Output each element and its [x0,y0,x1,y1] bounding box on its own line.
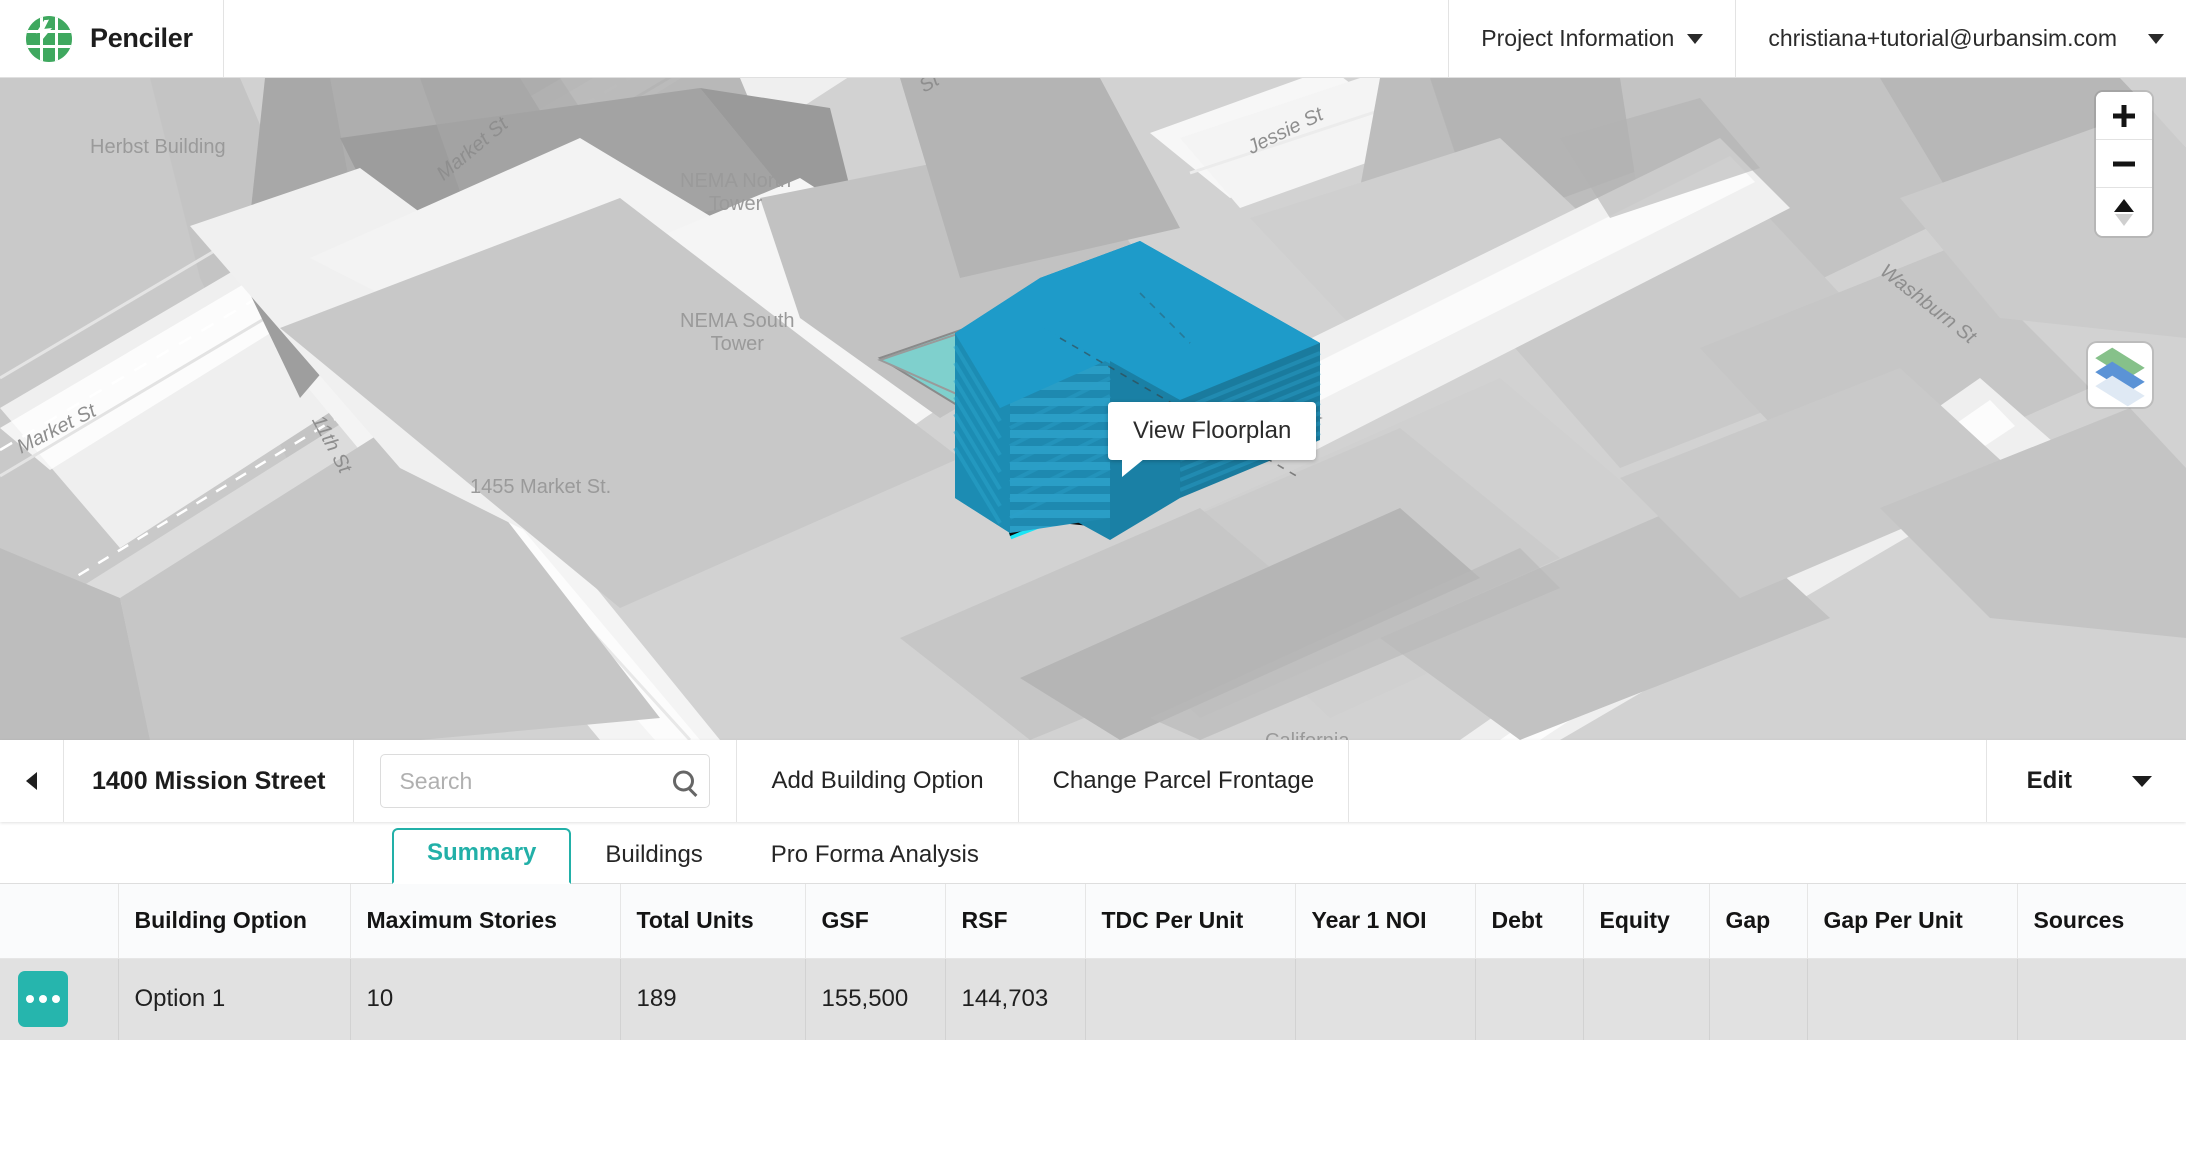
back-button[interactable] [0,740,64,822]
chevron-down-icon [2148,33,2164,44]
column-header-debt[interactable]: Debt [1475,884,1584,959]
parcel-title: 1400 Mission Street [64,740,355,822]
cell-rsf: 144,703 [945,958,1086,1040]
brand-name: Penciler [90,23,193,53]
cell-gap [1709,958,1808,1040]
cell-gsf: 155,500 [805,958,946,1040]
column-header-gap-per-unit[interactable]: Gap Per Unit [1807,884,2018,959]
tab-summary[interactable]: Summary [392,828,572,884]
cell-equity [1583,958,1710,1040]
parcel-control-bar: 1400 Mission Street Add Building Option … [0,740,2186,822]
building-options-table: Building Option Maximum Stories Total Un… [0,884,2186,1040]
column-header-equity[interactable]: Equity [1583,884,1710,959]
column-header-year-1-noi[interactable]: Year 1 NOI [1295,884,1476,959]
edit-label: Edit [2026,767,2072,794]
view-floorplan-tooltip[interactable]: View Floorplan [1108,402,1317,477]
zoom-out-icon[interactable] [2096,140,2152,188]
column-header-gap[interactable]: Gap [1709,884,1808,959]
table-header-row: Building Option Maximum Stories Total Un… [0,884,2186,959]
edit-button[interactable]: Edit [1985,740,2186,822]
tab-buildings[interactable]: Buildings [571,831,736,883]
layers-icon[interactable] [2088,343,2152,407]
cell-total-units: 189 [620,958,806,1040]
cell-gap-per-unit [1807,958,2018,1040]
cell-year-1-noi [1295,958,1476,1040]
building-options-table-container: Building Option Maximum Stories Total Un… [0,884,2186,1040]
search-box[interactable] [380,754,711,808]
compass-icon[interactable] [2096,188,2152,236]
search-icon [673,770,695,792]
search-input[interactable] [381,755,710,807]
brand-logo-area[interactable]: Penciler [0,0,224,77]
cell-sources [2017,958,2186,1040]
project-information-label: Project Information [1481,25,1675,51]
column-header-gsf[interactable]: GSF [805,884,946,959]
map-canvas[interactable]: Herbst Building Market St Market St 11th… [0,78,2186,740]
row-actions-cell [0,958,119,1040]
chevron-down-icon [2132,775,2152,787]
chevron-left-icon [26,772,37,790]
project-information-menu[interactable]: Project Information [1448,0,1735,77]
map-zoom-controls [2096,92,2152,236]
search-container [354,740,736,822]
map-vector-graphics [0,78,2186,740]
cell-tdc-per-unit [1085,958,1296,1040]
toolbar-spacer [1348,740,1986,822]
cell-building-option: Option 1 [118,958,351,1040]
ellipsis-icon[interactable] [18,971,68,1028]
user-email-label: christiana+tutorial@urbansim.com [1768,25,2117,51]
table-body: Option 1 10 189 155,500 144,703 [0,958,2186,1040]
table-row[interactable]: Option 1 10 189 155,500 144,703 [0,958,2186,1040]
change-parcel-frontage-button[interactable]: Change Parcel Frontage [1017,740,1349,822]
zoom-in-icon[interactable] [2096,92,2152,140]
top-navigation-bar: Penciler Project Information christiana+… [0,0,2186,78]
cell-debt [1475,958,1584,1040]
column-header-maximum-stories[interactable]: Maximum Stories [350,884,621,959]
column-header-tdc-per-unit[interactable]: TDC Per Unit [1085,884,1296,959]
chevron-down-icon [1687,33,1704,44]
add-building-option-button[interactable]: Add Building Option [736,740,1017,822]
table-header: Building Option Maximum Stories Total Un… [0,884,2186,959]
tab-pro-forma-analysis[interactable]: Pro Forma Analysis [737,831,1013,883]
cell-maximum-stories: 10 [350,958,621,1040]
column-header-building-option[interactable]: Building Option [118,884,351,959]
column-header-rsf[interactable]: RSF [945,884,1086,959]
content-tabs: Summary Buildings Pro Forma Analysis [0,822,2186,884]
globe-grid-icon [26,15,72,62]
column-header-actions[interactable] [0,884,119,959]
column-header-total-units[interactable]: Total Units [620,884,806,959]
user-account-menu[interactable]: christiana+tutorial@urbansim.com [1735,0,2186,77]
column-header-sources[interactable]: Sources [2017,884,2186,959]
